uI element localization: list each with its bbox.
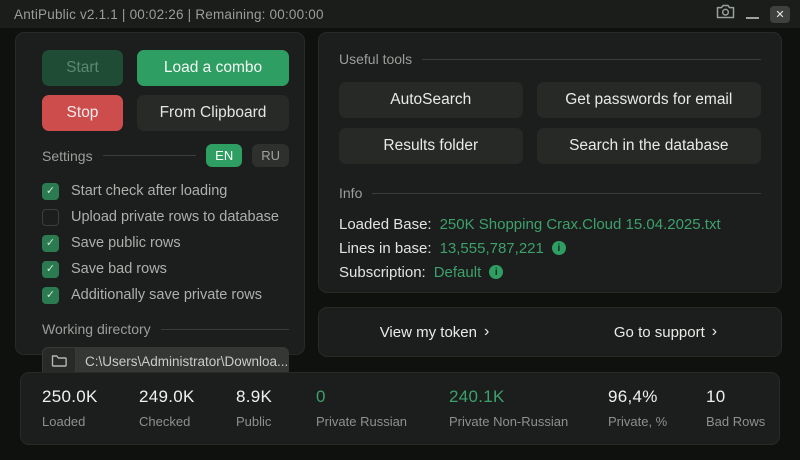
divider	[372, 193, 761, 194]
lines-in-base-label: Lines in base:	[339, 240, 432, 257]
checkbox-row-save-private[interactable]: ✓ Additionally save private rows	[42, 282, 289, 308]
lines-in-base-value: 13,555,787,221	[440, 240, 544, 257]
stop-button[interactable]: Stop	[42, 95, 123, 131]
tools-info-panel: Useful tools AutoSearch Get passwords fo…	[318, 32, 782, 293]
chevron-right-icon: ›	[484, 324, 489, 340]
window-title: AntiPublic v2.1.1 | 00:02:26 | Remaining…	[14, 7, 324, 22]
lang-ru-button[interactable]: RU	[252, 144, 289, 167]
minimize-button[interactable]	[746, 6, 759, 22]
info-rows: Loaded Base: 250K Shopping Crax.Cloud 15…	[339, 212, 761, 284]
checkbox-label: Save public rows	[71, 235, 181, 251]
working-directory-header: Working directory	[42, 321, 289, 337]
check-icon: ✓	[46, 186, 55, 197]
checkbox[interactable]: ✓	[42, 235, 59, 252]
checkbox[interactable]: ✓	[42, 209, 59, 226]
load-combo-button[interactable]: Load a combo	[137, 50, 289, 86]
settings-label: Settings	[42, 148, 93, 164]
divider	[161, 329, 289, 330]
checkbox[interactable]: ✓	[42, 287, 59, 304]
stat-value: 250.0K	[42, 387, 98, 407]
checkbox-row-upload-private[interactable]: ✓ Upload private rows to database	[42, 204, 289, 230]
stat-label: Private Russian	[316, 414, 407, 429]
divider	[103, 155, 197, 156]
lines-in-base-row: Lines in base: 13,555,787,221 i	[339, 236, 761, 260]
stat-label: Public	[236, 414, 272, 429]
lang-en-button[interactable]: EN	[206, 144, 242, 167]
loaded-base-value: 250K Shopping Crax.Cloud 15.04.2025.txt	[440, 216, 721, 233]
subscription-label: Subscription:	[339, 264, 426, 281]
minimize-icon	[746, 17, 759, 19]
controls-panel: Start Load a combo Stop From Clipboard S…	[15, 32, 305, 355]
stats-panel: 250.0K Loaded 249.0K Checked 8.9K Public…	[20, 372, 780, 445]
titlebar: AntiPublic v2.1.1 | 00:02:26 | Remaining…	[0, 0, 800, 28]
stat-label: Loaded	[42, 414, 98, 429]
stat-value: 96,4%	[608, 387, 667, 407]
settings-checkbox-list: ✓ Start check after loading ✓ Upload pri…	[42, 178, 289, 308]
stat-value: 240.1K	[449, 387, 568, 407]
stat-private-percent: 96,4% Private, %	[608, 387, 667, 429]
autosearch-button[interactable]: AutoSearch	[339, 82, 523, 118]
stat-checked: 249.0K Checked	[139, 387, 195, 429]
window-controls: ✕	[716, 4, 790, 24]
checkbox[interactable]: ✓	[42, 183, 59, 200]
useful-tools-label: Useful tools	[339, 51, 412, 67]
info-icon[interactable]: i	[489, 265, 503, 279]
checkbox-label: Upload private rows to database	[71, 209, 279, 225]
stat-label: Checked	[139, 414, 195, 429]
stat-label: Private, %	[608, 414, 667, 429]
checkbox-row-save-public[interactable]: ✓ Save public rows	[42, 230, 289, 256]
info-label: Info	[339, 185, 362, 201]
checkbox[interactable]: ✓	[42, 261, 59, 278]
stat-loaded: 250.0K Loaded	[42, 387, 98, 429]
get-passwords-button[interactable]: Get passwords for email	[537, 82, 761, 118]
stat-value: 8.9K	[236, 387, 272, 407]
loaded-base-row: Loaded Base: 250K Shopping Crax.Cloud 15…	[339, 212, 761, 236]
results-folder-button[interactable]: Results folder	[339, 128, 523, 164]
subscription-row: Subscription: Default i	[339, 260, 761, 284]
from-clipboard-button[interactable]: From Clipboard	[137, 95, 289, 131]
check-icon: ✓	[46, 264, 55, 275]
checkbox-label: Save bad rows	[71, 261, 167, 277]
folder-icon	[51, 354, 67, 370]
close-icon: ✕	[775, 8, 784, 21]
stat-value: 10	[706, 387, 765, 407]
divider	[422, 59, 761, 60]
stat-label: Private Non-Russian	[449, 414, 568, 429]
view-token-label: View my token	[380, 324, 477, 341]
checkbox-row-save-bad[interactable]: ✓ Save bad rows	[42, 256, 289, 282]
loaded-base-label: Loaded Base:	[339, 216, 432, 233]
checkbox-label: Additionally save private rows	[71, 287, 262, 303]
useful-tools-header: Useful tools	[339, 51, 761, 67]
search-database-button[interactable]: Search in the database	[537, 128, 761, 164]
stat-value: 0	[316, 387, 407, 407]
checkbox-row-start-check[interactable]: ✓ Start check after loading	[42, 178, 289, 204]
stat-value: 249.0K	[139, 387, 195, 407]
stat-private-russian: 0 Private Russian	[316, 387, 407, 429]
stat-public: 8.9K Public	[236, 387, 272, 429]
links-panel: View my token › Go to support ›	[318, 307, 782, 357]
start-button[interactable]: Start	[42, 50, 123, 86]
stat-label: Bad Rows	[706, 414, 765, 429]
check-icon: ✓	[46, 238, 55, 249]
settings-header: Settings EN RU	[42, 144, 289, 167]
subscription-value: Default	[434, 264, 482, 281]
camera-icon	[716, 4, 735, 24]
stat-private-non-russian: 240.1K Private Non-Russian	[449, 387, 568, 429]
checkbox-label: Start check after loading	[71, 183, 227, 199]
useful-tools-grid: AutoSearch Get passwords for email Resul…	[339, 82, 761, 164]
check-icon: ✓	[46, 290, 55, 301]
stat-bad-rows: 10 Bad Rows	[706, 387, 765, 429]
go-support-link[interactable]: Go to support ›	[550, 308, 781, 356]
chevron-right-icon: ›	[712, 324, 717, 340]
info-icon[interactable]: i	[552, 241, 566, 255]
info-header: Info	[339, 185, 761, 201]
screenshot-button[interactable]	[716, 4, 735, 24]
working-directory-label: Working directory	[42, 321, 151, 337]
view-token-link[interactable]: View my token ›	[319, 308, 550, 356]
go-support-label: Go to support	[614, 324, 705, 341]
close-button[interactable]: ✕	[770, 6, 790, 23]
